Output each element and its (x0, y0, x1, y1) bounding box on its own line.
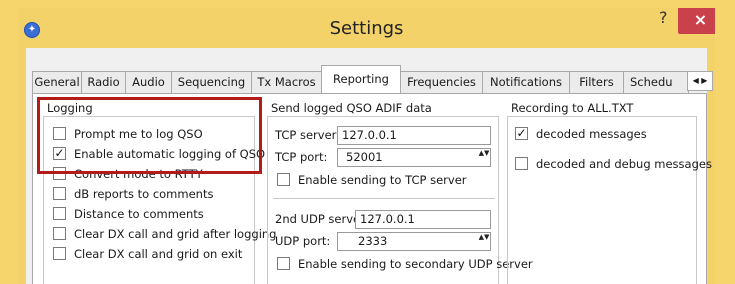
udp-server-label: 2nd UDP server (275, 212, 365, 226)
tab-frequencies[interactable]: Frequencies (400, 71, 483, 93)
tcp-port-label: TCP port: (275, 150, 328, 164)
tab-filters[interactable]: Filters (569, 71, 624, 93)
decoded-debug-checkbox[interactable]: decoded and debug messages (515, 156, 712, 174)
checkbox-box (277, 173, 290, 186)
checkbox-label: Clear DX call and grid on exit (74, 247, 243, 261)
checkbox-label: Enable sending to TCP server (298, 173, 467, 187)
distance-comments-checkbox[interactable]: Distance to comments (53, 206, 204, 224)
tab-sequencing[interactable]: Sequencing (171, 71, 252, 93)
checkbox-box (515, 157, 528, 170)
tab-tx-macros[interactable]: Tx Macros (251, 71, 322, 93)
udp-port-spinbox[interactable]: 2333 ▲▼ (337, 232, 491, 251)
tab-reporting[interactable]: Reporting (321, 65, 401, 93)
checkbox-box (53, 247, 66, 260)
highlight-annotation (37, 97, 262, 174)
udp-port-label: UDP port: (275, 234, 331, 248)
checkbox-label: decoded and debug messages (536, 157, 712, 171)
check-mark-icon: ✓ (515, 126, 528, 140)
reporting-pane: Logging Prompt me to log QSO ✓ Enable aut… (32, 93, 712, 284)
checkbox-box (53, 187, 66, 200)
clear-on-exit-checkbox[interactable]: Clear DX call and grid on exit (53, 246, 242, 264)
udp-port-value: 2333 (358, 234, 388, 248)
tab-radio[interactable]: Radio (81, 71, 126, 93)
close-button[interactable]: × (678, 8, 715, 34)
enable-udp-checkbox[interactable]: Enable sending to secondary UDP server (277, 256, 533, 274)
tcp-port-spinbox[interactable]: 52001 ▲▼ (337, 148, 491, 167)
checkbox-label: Distance to comments (74, 207, 204, 221)
checkbox-label: dB reports to comments (74, 187, 214, 201)
tab-audio[interactable]: Audio (125, 71, 172, 93)
clear-after-logging-checkbox[interactable]: Clear DX call and grid after logging (53, 226, 276, 244)
tab-general[interactable]: General (32, 71, 82, 93)
db-reports-checkbox[interactable]: dB reports to comments (53, 186, 213, 204)
tab-notifications[interactable]: Notifications (482, 71, 570, 93)
spin-arrows-icon[interactable]: ▲▼ (478, 149, 490, 166)
tcp-port-value: 52001 (346, 150, 383, 164)
help-button[interactable]: ? (659, 8, 668, 27)
tcp-server-label: TCP server: (275, 128, 341, 142)
enable-tcp-checkbox[interactable]: Enable sending to TCP server (277, 172, 467, 190)
settings-window: ✦ Settings ? × General Radio Audio Seque… (18, 8, 715, 284)
spin-arrows-icon[interactable]: ▲▼ (478, 233, 490, 250)
send-adif-group-title: Send logged QSO ADIF data (271, 101, 432, 115)
decoded-messages-checkbox[interactable]: ✓ decoded messages (515, 126, 647, 144)
checkbox-label: decoded messages (536, 127, 647, 141)
tab-schedule[interactable]: Schedu (623, 71, 689, 93)
tab-bar: General Radio Audio Sequencing Tx Macros… (32, 63, 713, 93)
dialog-client: General Radio Audio Sequencing Tx Macros… (26, 48, 713, 284)
checkbox-label: Clear DX call and grid after logging (74, 227, 277, 241)
udp-server-input[interactable]: 127.0.0.1 (355, 210, 491, 229)
checkbox-box (53, 227, 66, 240)
tab-scroll-arrows-icon[interactable]: ◀ ▶ (687, 71, 713, 91)
checkbox-label: Enable sending to secondary UDP server (298, 257, 533, 271)
checkbox-box (277, 257, 290, 270)
tcp-server-input[interactable]: 127.0.0.1 (337, 126, 491, 145)
divider (273, 198, 495, 199)
title-bar: ✦ Settings ? × (18, 8, 715, 48)
window-title: Settings (329, 18, 404, 39)
recording-group-title: Recording to ALL.TXT (511, 101, 634, 115)
checkbox-box (53, 207, 66, 220)
